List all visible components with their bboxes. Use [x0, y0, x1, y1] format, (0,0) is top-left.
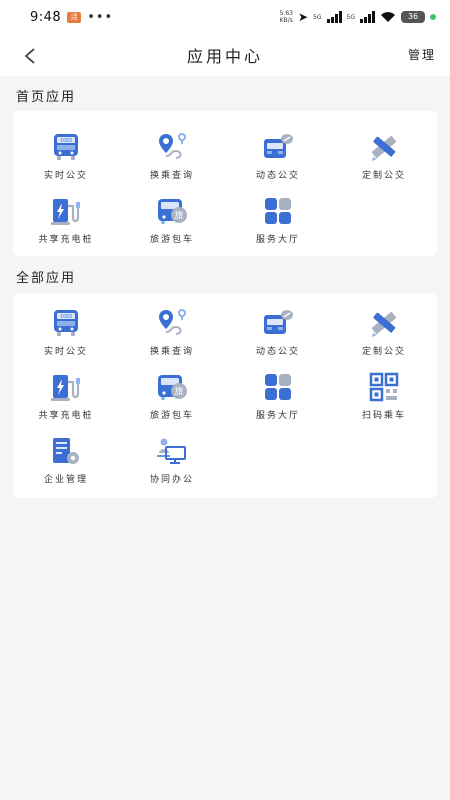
app-label: 服务大厅	[255, 235, 300, 245]
app-label: 定制公交	[361, 171, 406, 181]
app-tile[interactable]: 动态公交	[225, 293, 331, 357]
section-title-home-apps: 首页应用	[16, 90, 77, 105]
manage-button[interactable]: 管理	[408, 46, 436, 63]
chevron-left-icon	[24, 48, 35, 64]
charging-pile-icon	[49, 195, 83, 226]
svg-text:1683: 1683	[60, 314, 72, 320]
bus-dynamic-icon	[261, 131, 295, 162]
app-label: 实时公交	[43, 347, 88, 357]
app-tile[interactable]: 旅 旅游包车	[119, 357, 225, 421]
app-label: 旅游包车	[149, 411, 194, 421]
app-label: 企业管理	[43, 475, 88, 485]
app-tile[interactable]: 扫码乘车	[331, 357, 437, 421]
wifi-icon	[381, 12, 395, 22]
all-apps-card: 1683 实时公交 换乘查询 动态公交 定制公交 共享充电桩 旅 旅游包车 服务…	[13, 293, 437, 498]
status-bar: 9:48 活 ••• 5.63 KB/s ➤ 5G 5G 36	[0, 0, 450, 34]
home-apps-card: 1683 实时公交 换乘查询 动态公交 定制公交 共享充电桩 旅 旅游包车 服务…	[13, 111, 437, 256]
app-label: 动态公交	[255, 171, 300, 181]
app-label: 服务大厅	[255, 411, 300, 421]
bus-realtime-icon: 1683	[49, 131, 83, 162]
app-label: 扫码乘车	[361, 411, 406, 421]
app-tile[interactable]: 协同办公	[119, 421, 225, 485]
network-speed: 5.63 KB/s	[279, 10, 293, 24]
network-type-2: 5G	[346, 13, 355, 21]
bus-dynamic-icon	[261, 307, 295, 338]
page-title: 应用中心	[186, 47, 263, 66]
app-label: 旅游包车	[149, 235, 194, 245]
app-tile[interactable]: 1683 实时公交	[13, 293, 119, 357]
more-notifications-icon: •••	[87, 9, 114, 25]
app-tile[interactable]: 换乘查询	[119, 117, 225, 181]
app-notification-icon: 活	[67, 11, 82, 23]
tour-bus-icon: 旅	[155, 195, 189, 226]
location-arrow-icon: ➤	[298, 10, 309, 24]
app-label: 定制公交	[361, 347, 406, 357]
app-tile[interactable]: 共享充电桩	[13, 181, 119, 245]
app-tile[interactable]: 服务大厅	[225, 181, 331, 245]
signal-icon	[326, 11, 342, 23]
app-label: 共享充电桩	[38, 411, 94, 421]
svg-text:旅: 旅	[174, 209, 183, 221]
home-apps-grid: 1683 实时公交 换乘查询 动态公交 定制公交 共享充电桩 旅 旅游包车 服务…	[13, 117, 437, 245]
app-label: 换乘查询	[149, 347, 194, 357]
svg-text:旅: 旅	[174, 385, 183, 397]
back-button[interactable]	[18, 44, 42, 68]
app-tile[interactable]: 企业管理	[13, 421, 119, 485]
app-tile[interactable]: 共享充电桩	[13, 357, 119, 421]
grid-blocks-icon	[261, 195, 295, 226]
battery-icon: 36	[401, 11, 425, 23]
all-apps-grid: 1683 实时公交 换乘查询 动态公交 定制公交 共享充电桩 旅 旅游包车 服务…	[13, 293, 437, 485]
app-tile[interactable]: 换乘查询	[119, 293, 225, 357]
tour-bus-icon: 旅	[155, 371, 189, 402]
charging-dot-icon	[430, 14, 436, 20]
app-label: 协同办公	[149, 475, 194, 485]
building-gear-icon	[49, 435, 83, 466]
app-tile[interactable]: 定制公交	[331, 117, 437, 181]
app-tile[interactable]: 动态公交	[225, 117, 331, 181]
route-pin-icon	[155, 307, 189, 338]
app-label: 动态公交	[255, 347, 300, 357]
pencil-ruler-icon	[367, 307, 401, 338]
qr-code-icon	[367, 371, 401, 402]
app-label: 共享充电桩	[38, 235, 94, 245]
app-tile[interactable]: 1683 实时公交	[13, 117, 119, 181]
app-tile[interactable]: 服务大厅	[225, 357, 331, 421]
app-label: 实时公交	[43, 171, 88, 181]
route-pin-icon	[155, 131, 189, 162]
app-tile[interactable]: 定制公交	[331, 293, 437, 357]
section-title-all-apps: 全部应用	[16, 271, 77, 286]
grid-blocks-icon	[261, 371, 295, 402]
bus-realtime-icon: 1683	[49, 307, 83, 338]
status-time: 9:48	[30, 9, 62, 25]
person-desk-icon	[155, 435, 189, 466]
pencil-ruler-icon	[367, 131, 401, 162]
nav-bar: 应用中心 管理	[0, 34, 450, 76]
signal-2-icon	[360, 11, 375, 23]
network-type-1: 5G	[313, 13, 322, 21]
app-tile[interactable]: 旅 旅游包车	[119, 181, 225, 245]
charging-pile-icon	[49, 371, 83, 402]
svg-text:1683: 1683	[60, 138, 72, 144]
app-label: 换乘查询	[149, 171, 194, 181]
